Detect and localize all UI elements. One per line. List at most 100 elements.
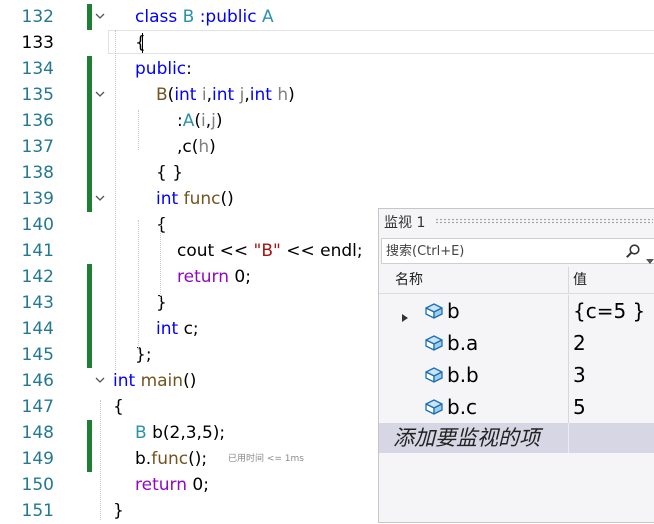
change-indicator	[87, 342, 92, 368]
watch-row[interactable]: b.a 2	[379, 327, 654, 359]
code-text[interactable]: b.func();	[135, 446, 207, 472]
code-token: }	[113, 501, 124, 521]
column-divider	[568, 295, 569, 327]
column-value-header[interactable]: 值	[573, 267, 587, 293]
watch-item-value[interactable]: 2	[573, 327, 586, 359]
column-divider	[568, 359, 569, 391]
code-line[interactable]: 136:A(i,j)	[0, 108, 654, 134]
line-number: 138	[21, 163, 54, 183]
code-text[interactable]: :A(i,j)	[177, 108, 223, 134]
line-number: 151	[21, 501, 54, 521]
code-text[interactable]: ,c(h)	[177, 134, 216, 160]
code-text[interactable]: B(int i,int j,int h)	[156, 82, 295, 108]
drag-grip[interactable]	[435, 218, 653, 224]
watch-item-value[interactable]: 5	[573, 391, 586, 423]
change-indicator	[87, 108, 92, 134]
line-number: 145	[21, 345, 54, 365]
indent-guide	[138, 110, 139, 150]
watch-row[interactable]: b.b 3	[379, 359, 654, 391]
code-token: int	[212, 85, 235, 105]
code-line[interactable]: 133 {	[0, 30, 654, 56]
code-token: )	[215, 111, 223, 131]
line-number: 146	[21, 371, 54, 391]
code-text[interactable]: }	[156, 290, 167, 316]
code-text[interactable]: int func()	[156, 186, 234, 212]
change-indicator	[87, 186, 92, 212]
indent-guide	[100, 400, 101, 520]
code-line[interactable]: 138 { }	[0, 160, 654, 186]
code-token: ();	[188, 449, 208, 469]
search-input[interactable]	[386, 240, 616, 262]
change-indicator	[87, 4, 92, 30]
watch-title-bar[interactable]: 监视 1	[379, 209, 654, 235]
code-text[interactable]: class B :public A	[135, 4, 274, 30]
fold-chevron-icon[interactable]	[94, 368, 106, 394]
code-token: B	[156, 85, 168, 105]
indent-guide	[115, 30, 116, 370]
variable-icon	[425, 303, 443, 323]
code-text[interactable]: }	[113, 498, 124, 524]
expand-arrow-icon[interactable]	[402, 307, 408, 326]
code-token: public	[135, 59, 187, 79]
fold-chevron-icon[interactable]	[94, 4, 106, 30]
code-token: A	[261, 7, 274, 27]
code-text[interactable]: B b(2,3,5);	[135, 420, 225, 446]
code-token: <<	[219, 241, 249, 261]
watch-item-value[interactable]: {c=5 }	[573, 295, 645, 327]
column-divider	[568, 423, 569, 453]
code-line[interactable]: 132 class B :public A	[0, 4, 654, 30]
line-number: 148	[21, 423, 54, 443]
line-number: 147	[21, 397, 54, 417]
code-text[interactable]: {	[156, 212, 167, 238]
code-line[interactable]: 137 ,c(h)	[0, 134, 654, 160]
code-token: c;	[178, 319, 199, 339]
watch-search-box[interactable]	[381, 238, 654, 264]
watch-window[interactable]: 监视 1 名称 值 b {c=5 } b.a 2 b.b 3 b.c 5 添加要监视的项	[378, 208, 654, 523]
code-line[interactable]: 135 B(int i,int j,int h)	[0, 82, 654, 108]
code-text[interactable]: cout << "B" << endl;	[177, 238, 363, 264]
change-indicator	[87, 264, 92, 290]
watch-title: 监视 1	[384, 215, 426, 231]
code-text[interactable]: int main()	[113, 368, 196, 394]
variable-icon	[425, 367, 443, 387]
code-token: return	[135, 475, 187, 495]
line-number: 132	[21, 7, 54, 27]
fold-chevron-icon[interactable]	[94, 82, 106, 108]
text-cursor	[142, 33, 143, 53]
code-token: :	[186, 59, 192, 79]
code-token: << endl;	[280, 241, 363, 261]
code-token: func	[151, 449, 189, 469]
watch-row[interactable]: b {c=5 }	[379, 295, 654, 327]
code-text[interactable]: {	[113, 394, 124, 420]
code-text[interactable]: return 0;	[177, 264, 251, 290]
change-indicator	[87, 290, 92, 316]
code-text[interactable]: return 0;	[135, 472, 209, 498]
watch-item-name: b.a	[447, 331, 479, 355]
add-watch-item[interactable]: 添加要监视的项	[379, 423, 654, 453]
code-token: B	[135, 423, 147, 443]
line-number: 141	[21, 241, 54, 261]
code-token: }	[156, 293, 167, 313]
watch-item-name: b	[447, 299, 460, 323]
code-text[interactable]: public:	[135, 56, 192, 82]
watch-row[interactable]: b.c 5	[379, 391, 654, 423]
column-name-header[interactable]: 名称	[395, 267, 423, 293]
code-token: A	[182, 111, 195, 131]
fold-chevron-icon[interactable]	[94, 186, 106, 212]
variable-icon	[425, 399, 443, 419]
code-text[interactable]: int c;	[156, 316, 199, 342]
line-number: 140	[21, 215, 54, 235]
column-divider[interactable]	[568, 267, 569, 293]
code-line[interactable]: 134 public:	[0, 56, 654, 82]
code-token: )	[288, 85, 295, 105]
line-number: 134	[21, 59, 54, 79]
chevron-down-icon[interactable]	[646, 249, 654, 268]
code-token: {	[135, 33, 146, 53]
code-text[interactable]: { }	[156, 160, 183, 186]
watch-item-value[interactable]: 3	[573, 359, 586, 391]
code-token: ()	[220, 189, 234, 209]
code-token: return	[177, 267, 229, 287]
elapsed-time-hint: 已用时间 <= 1ms	[228, 454, 304, 464]
search-icon[interactable]	[625, 243, 641, 263]
code-text[interactable]: {	[135, 30, 146, 56]
